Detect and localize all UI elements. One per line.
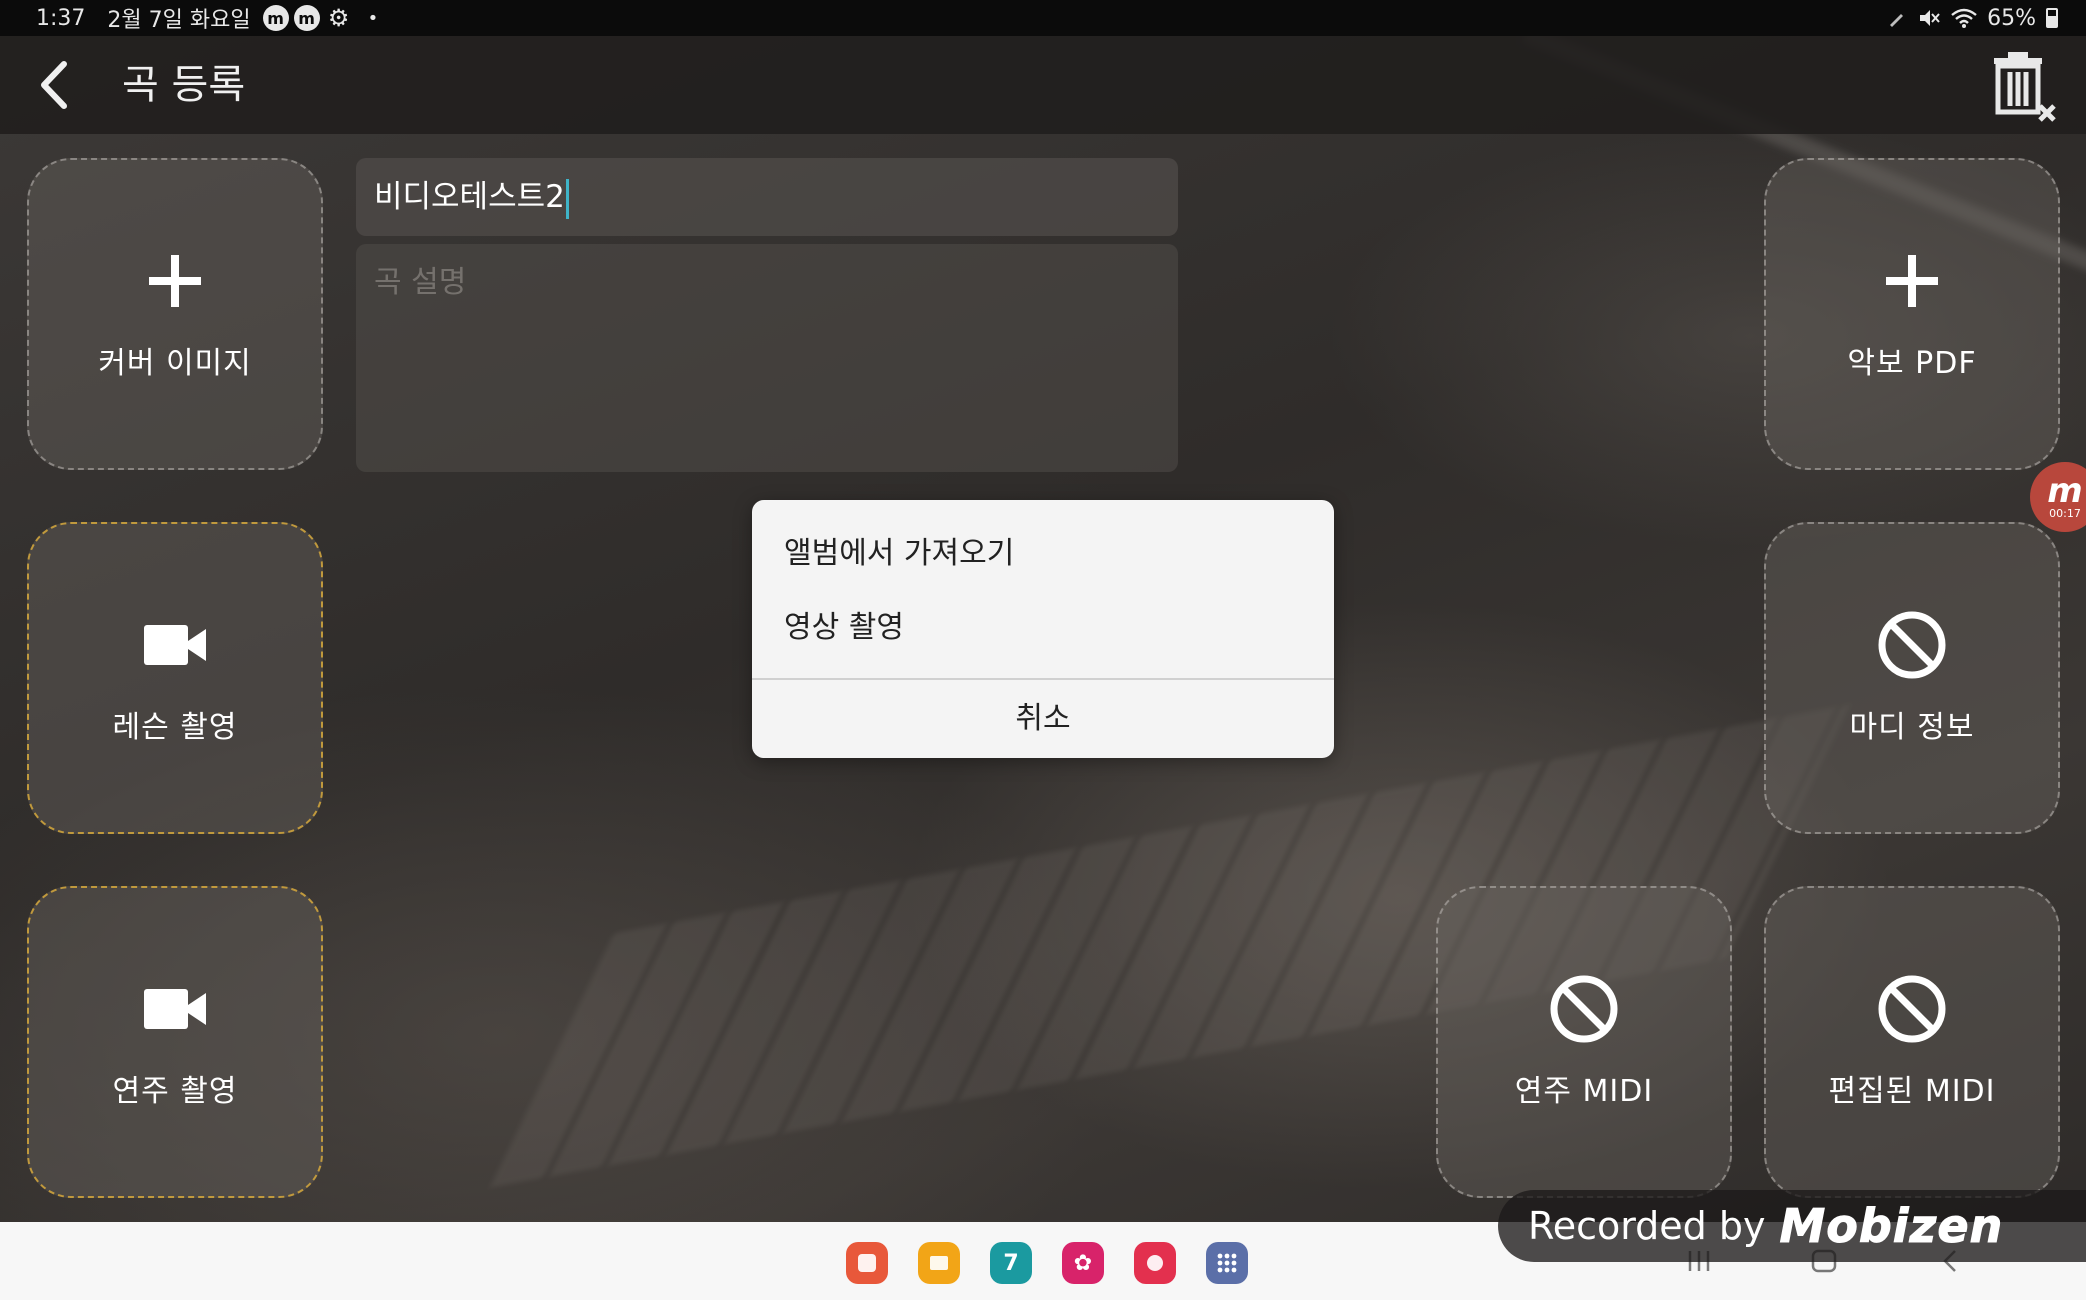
dot-icon: •	[367, 7, 379, 29]
note-app-icon[interactable]	[846, 1242, 888, 1284]
performance-midi-label: 연주 MIDI	[1514, 1074, 1654, 1109]
madi-info-tile[interactable]: 마디 정보	[1764, 522, 2060, 834]
sheet-pdf-tile[interactable]: 악보 PDF	[1764, 158, 2060, 470]
delete-button[interactable]	[1988, 50, 2058, 124]
calendar-day: 7	[1003, 1250, 1019, 1276]
record-video-option[interactable]: 영상 촬영	[752, 592, 1334, 664]
status-time: 1:37	[36, 5, 86, 31]
text-caret	[565, 178, 569, 219]
gear-icon: ⚙	[327, 4, 350, 32]
app-screen: 1:37 2월 7일 화요일 m m ⚙ • 65% 곡 등록 커버 이미지 악…	[0, 0, 2086, 1300]
trash-x-icon	[1994, 52, 2056, 122]
chevron-left-icon	[41, 61, 67, 109]
note-glyph	[858, 1254, 876, 1272]
flower-glyph: ✿	[1073, 1250, 1093, 1276]
apps-grid-icon[interactable]	[1206, 1242, 1248, 1284]
mobizen-icon: m	[293, 5, 320, 31]
calendar-app-icon[interactable]: 7	[990, 1242, 1032, 1284]
block-icon	[1876, 974, 1948, 1044]
recording-watermark: Recorded by Mobizen	[1498, 1190, 2086, 1262]
battery-icon	[2046, 8, 2058, 28]
status-date: 2월 7일 화요일	[107, 8, 251, 33]
madi-info-label: 마디 정보	[1849, 710, 1975, 745]
song-description-input[interactable]: 곡 설명	[356, 244, 1178, 472]
song-title-value: 비디오테스트2	[374, 179, 565, 215]
mobizen-icon: m	[262, 5, 289, 31]
performance-recording-label: 연주 촬영	[112, 1074, 238, 1109]
camera-glyph	[1147, 1255, 1163, 1271]
performance-midi-tile[interactable]: 연주 MIDI	[1436, 886, 1732, 1198]
performance-recording-tile[interactable]: 연주 촬영	[27, 886, 323, 1198]
watermark-text: Recorded by	[1528, 1204, 1766, 1248]
status-bar: 1:37 2월 7일 화요일 m m ⚙ • 65%	[0, 0, 2086, 36]
import-from-album-option[interactable]: 앨범에서 가져오기	[752, 518, 1334, 590]
mobizen-logo: Mobizen	[1779, 1199, 2004, 1254]
plus-icon	[147, 246, 203, 316]
block-icon	[1876, 610, 1948, 680]
grid-glyph	[1217, 1253, 1237, 1273]
song-description-placeholder: 곡 설명	[374, 265, 467, 300]
recording-time: 00:17	[2049, 507, 2081, 520]
folder-app-icon[interactable]	[918, 1242, 960, 1284]
mute-icon	[1920, 10, 1940, 26]
song-title-input[interactable]: 비디오테스트2	[356, 158, 1178, 236]
page-title: 곡 등록	[122, 62, 246, 108]
edited-midi-tile[interactable]: 편집된 MIDI	[1764, 886, 2060, 1198]
block-icon	[1548, 974, 1620, 1044]
cover-image-label: 커버 이미지	[98, 346, 252, 381]
flower-app-icon[interactable]: ✿	[1062, 1242, 1104, 1284]
sheet-pdf-label: 악보 PDF	[1847, 346, 1977, 381]
status-system-icons: 65%	[1887, 0, 2058, 36]
lesson-recording-tile[interactable]: 레슨 촬영	[27, 522, 323, 834]
camera-app-icon[interactable]	[1134, 1242, 1176, 1284]
app-header: 곡 등록	[0, 36, 2086, 134]
edited-midi-label: 편집된 MIDI	[1828, 1074, 1996, 1109]
plus-icon	[1884, 246, 1940, 316]
video-camera-icon	[142, 610, 208, 680]
mobizen-logo-icon: m	[2047, 471, 2083, 511]
video-camera-icon	[142, 974, 208, 1044]
dialog-cancel-button[interactable]: 취소	[752, 680, 1334, 758]
pen-icon	[1890, 14, 1904, 27]
wifi-icon	[1951, 8, 1977, 28]
battery-percent: 65%	[1987, 5, 2036, 31]
folder-glyph	[930, 1256, 948, 1270]
cover-image-tile[interactable]: 커버 이미지	[27, 158, 323, 470]
video-source-dialog: 앨범에서 가져오기 영상 촬영 취소	[752, 500, 1334, 758]
lesson-recording-label: 레슨 촬영	[112, 710, 238, 745]
back-button[interactable]	[26, 58, 80, 112]
